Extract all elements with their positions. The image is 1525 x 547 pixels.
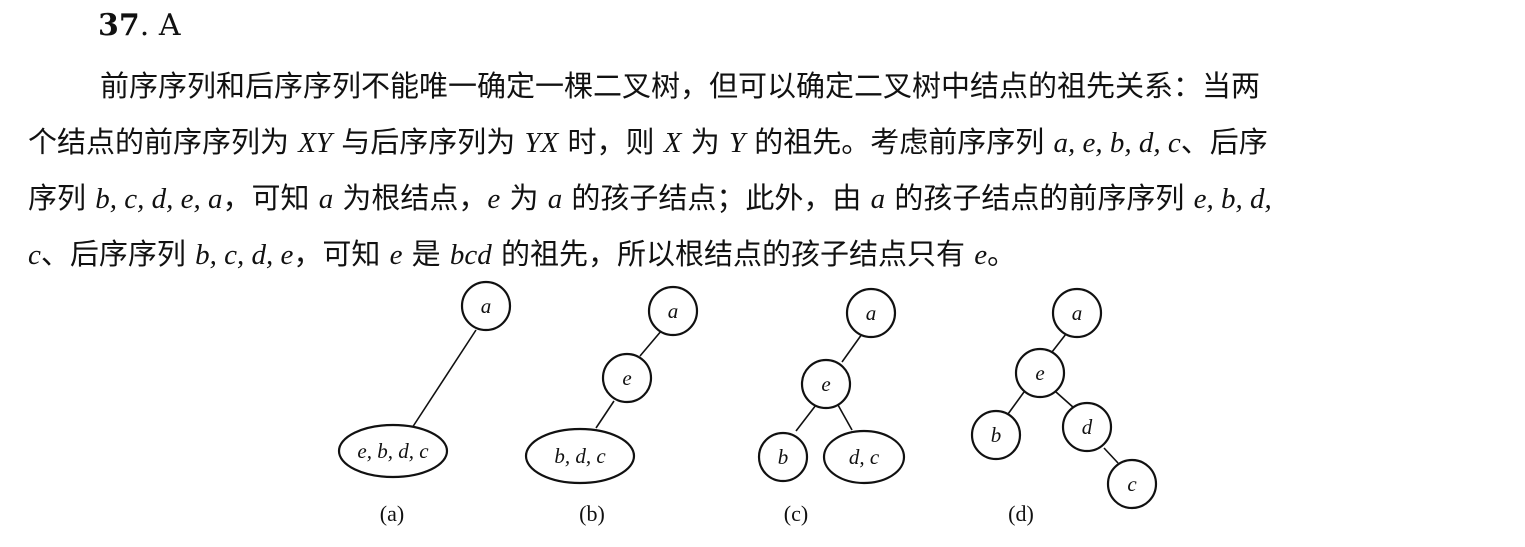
tree-node-label: e (1035, 361, 1044, 385)
tree-node-label: e (821, 372, 830, 396)
tree-node-label: e (622, 366, 631, 390)
tree-edge (595, 400, 615, 429)
tree-edge (1051, 333, 1067, 353)
tree-edge (841, 333, 863, 363)
figure-caption: (c) (784, 501, 808, 526)
figure-caption: (a) (380, 501, 404, 526)
figure-caption: (d) (1008, 501, 1034, 526)
tree-edge (639, 329, 663, 357)
tree-node-label: a (1072, 301, 1083, 325)
tree-node-label: b, d, c (554, 444, 606, 468)
tree-node-label: b (778, 445, 789, 469)
tree-node-label: b (991, 423, 1002, 447)
tree-edge (1103, 447, 1119, 464)
tree-node-label: c (1127, 472, 1137, 496)
figure-caption: (b) (579, 501, 605, 526)
tree-node-label: a (481, 294, 492, 318)
tree-figures: a e, b, d, c (a) a e b, d, c (b) a e b d… (337, 280, 1158, 526)
tree-edge (837, 404, 853, 431)
tree-edge (411, 329, 477, 429)
tree-node-label: d, c (849, 445, 880, 469)
tree-edge (795, 404, 817, 432)
tree-node-label: a (866, 301, 877, 325)
tree-edge (1055, 391, 1075, 409)
tree-node-label: a (668, 299, 679, 323)
tree-node-label: e, b, d, c (357, 439, 429, 463)
tree-edge (1007, 391, 1025, 415)
tree-node-label: d (1082, 415, 1093, 439)
